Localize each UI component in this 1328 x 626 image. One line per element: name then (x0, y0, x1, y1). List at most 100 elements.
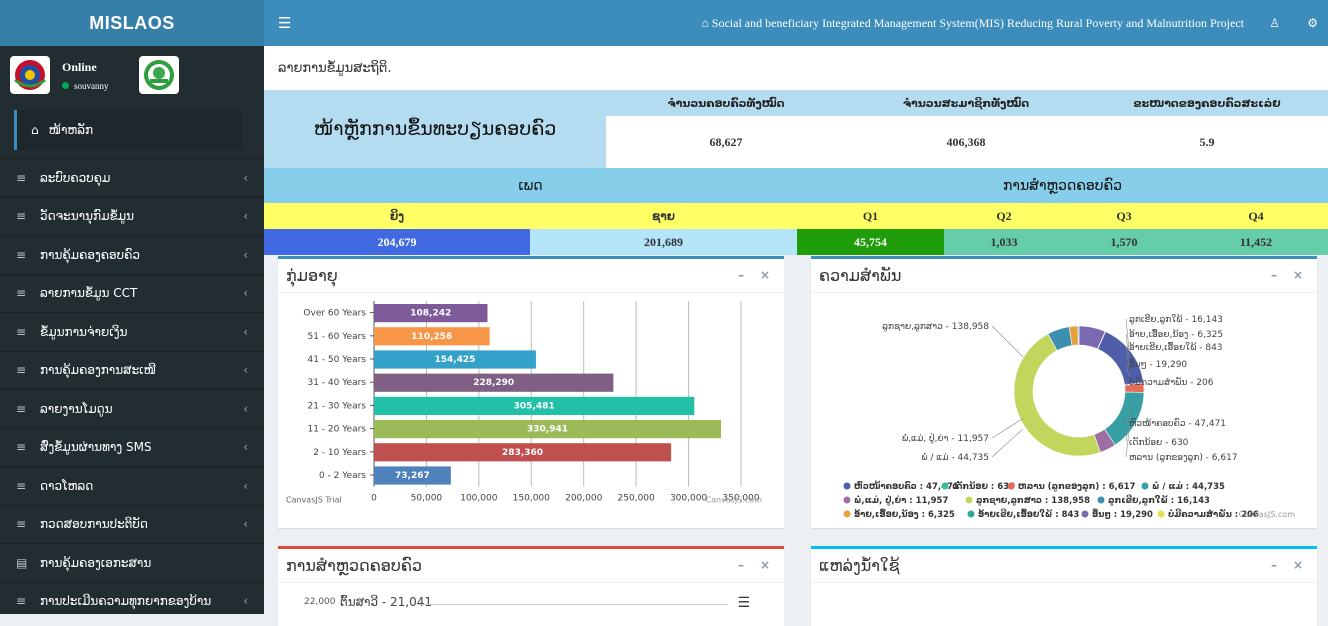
sidebar-item-label: ລາຍການຂໍ້ມູນ CCT (40, 286, 138, 301)
list-icon: ≡ (16, 324, 27, 339)
sidebar-item-10[interactable]: ▤ ການຄຸ້ມຄອງເອກະສານ (0, 543, 264, 582)
chevron-left-icon: ‹ (243, 440, 248, 455)
collapse-icon[interactable]: – (1271, 268, 1277, 282)
age-group-panel-header: ກຸ່ມອາຍຸ – × (278, 259, 784, 293)
legend-item[interactable]: ລູກເຂີຍ,ລູກໃພ້ : 16,143 (1108, 493, 1210, 506)
close-icon[interactable]: × (1293, 268, 1303, 282)
legend-marker (965, 496, 973, 504)
home-icon: ⌂ (31, 123, 39, 137)
sidebar-item-label: ດາວໂຫລດ (40, 478, 94, 493)
sidebar-item-label: ລາຍງານໂມດູນ (40, 401, 113, 416)
list-icon: ≡ (16, 170, 27, 185)
user-icon[interactable]: ♙ (1269, 16, 1280, 30)
water-source-panel-header: ແຫລ່ງນ້ຳໃຊ້ – × (811, 549, 1317, 583)
chart-credit: CanvasJS.com (706, 496, 763, 505)
close-icon[interactable]: × (760, 268, 770, 282)
home-icon: ⌂ (701, 15, 712, 30)
legend-item[interactable]: ອື່ນໆ : 19,290 (1092, 508, 1153, 520)
collapse-icon[interactable]: – (738, 558, 744, 572)
sidebar-item-0[interactable]: ≡ ລະບົບຄວບຄຸມ ‹ (0, 158, 264, 197)
sidebar-item-5[interactable]: ≡ ການຄຸ້ມຄອງການສະເໜີ ‹ (0, 350, 264, 390)
sidebar-item-label: ຂໍ້ມູນການຈ່າຍເງິນ (40, 324, 128, 339)
chevron-left-icon: ‹ (243, 478, 248, 493)
sidebar-item-7[interactable]: ≡ ສົ່ງຂໍ້ມູນຜ່ານທາງ SMS ‹ (0, 427, 264, 467)
sidebar-item-11[interactable]: ≡ ການປະເມີນຄວາມທຸກຍາກຂອງບ້ານ ‹ (0, 581, 264, 621)
list-icon: ≡ (16, 401, 27, 416)
bar-value-label: 110,256 (411, 332, 452, 342)
close-icon[interactable]: × (1293, 558, 1303, 572)
sidebar-item-9[interactable]: ≡ ກວດສອບການປະຕິບັດ ‹ (0, 504, 264, 544)
legend-marker (1007, 482, 1015, 490)
close-icon[interactable]: × (760, 558, 770, 572)
legend-item[interactable]: ຫລານ (ລູກຂອງລູກ) : 6,617 (1018, 482, 1136, 492)
sidebar-item-label: ການຄຸ້ມຄອງເອກະສານ (40, 555, 152, 570)
sidebar-item-4[interactable]: ≡ ຂໍ້ມູນການຈ່າຍເງິນ ‹ (0, 312, 264, 351)
sidebar-item-1[interactable]: ≡ ວັດຈະນານຸກົມຂໍ້ມູນ ‹ (0, 196, 264, 236)
collapse-icon[interactable]: – (738, 268, 744, 282)
chevron-left-icon: ‹ (243, 401, 248, 416)
survey-gridline (418, 604, 728, 605)
label-connector (991, 428, 1024, 458)
list-icon: ≡ (16, 440, 27, 455)
chart-menu-icon[interactable]: ☰ (737, 595, 750, 611)
list-icon: ≡ (16, 517, 27, 532)
gender-section-title: ເພດ (518, 177, 543, 194)
panel-title: ແຫລ່ງນ້ຳໃຊ້ (819, 556, 900, 575)
legend-item[interactable]: ພໍ່,ແມ່, ປູ່,ຍ່າ : 11,957 (854, 495, 948, 506)
legend-item[interactable]: ພໍ່ / ແມ່ : 44,735 (1152, 481, 1225, 492)
panel-title: ກຸ່ມອາຍຸ (286, 266, 338, 285)
legend-marker (843, 496, 851, 504)
sidebar-item-label: ການປະເມີນຄວາມທຸກຍາກຂອງບ້ານ (40, 594, 212, 609)
panel-tools: – × (1255, 268, 1303, 282)
age-group-chart: 0 50,000 100,000 150,000 200,000 250,000 300,0… (286, 301, 763, 505)
legend-marker (967, 510, 975, 518)
sidebar-item-2[interactable]: ≡ ການຄຸ້ມຄອງຄອບຄົວ ‹ (0, 235, 264, 274)
chevron-left-icon: ‹ (243, 170, 248, 185)
collapse-icon[interactable]: – (1271, 558, 1277, 572)
page-heading: ລາຍການຂໍ້ມູນສະຖິຕິ. (264, 46, 1328, 90)
list-icon: ≡ (16, 594, 27, 609)
legend-item[interactable]: ອ້າຍ,ເອື້ອຍ,ນ້ອງ : 6,325 (854, 507, 955, 520)
q3-value: 1,570 (1064, 229, 1184, 255)
summary-header-families: ຈຳນວນຄອບຄົວທັງໝົດ (667, 96, 785, 110)
hamburger-menu-icon[interactable]: ☰ (278, 14, 291, 32)
user-avatar (10, 56, 50, 94)
user-status-label: Online (62, 59, 97, 74)
legend-item[interactable]: ລູກຊາຍ,ລູກສາວ : 138,958 (976, 496, 1090, 506)
sidebar-item-6[interactable]: ≡ ລາຍງານໂມດູນ ‹ (0, 389, 264, 428)
category-label: 0 - 2 Years (319, 471, 366, 481)
slice-label: ອື່ນໆ - 19,290 (1129, 359, 1188, 370)
panel-tools: – × (722, 558, 770, 572)
slice-label: ລູກຊາຍ,ລູກສາວ - 138,958 (882, 322, 989, 332)
chevron-left-icon: ‹ (243, 363, 248, 378)
user-online: souvanny (62, 81, 127, 91)
chevron-left-icon: ‹ (243, 594, 248, 609)
legend-item[interactable]: ເດັກນ້ອຍ : 630 (952, 479, 1015, 492)
panel-title: ການສຳຫຼວດຄອບຄົວ (286, 556, 422, 575)
legend-item[interactable]: ອ້າຍເຂີຍ,ເອື້ອຍໃພ້ : 843 (978, 507, 1079, 520)
sidebar-item-home[interactable]: ⌂ ໜ້າຫລັກ (14, 110, 242, 150)
chevron-left-icon: ‹ (243, 517, 248, 532)
slice-label: ເດັກນ້ອຍ - 630 (1129, 437, 1189, 448)
category-label: 2 - 10 Years (313, 448, 366, 458)
female-label: ຍິງ (389, 208, 405, 223)
sidebar-item-3[interactable]: ≡ ລາຍການຂໍ້ມູນ CCT ‹ (0, 273, 264, 313)
slice-label: ພໍ່ / ແມ່ - 44,735 (921, 452, 989, 463)
sidebar-item-label: ລະບົບຄວບຄຸມ (40, 170, 111, 185)
emblem-icon (14, 60, 46, 90)
summary-value-avg-size: 5.9 (1199, 134, 1215, 149)
app-logo[interactable]: MISLAOS (0, 0, 264, 46)
file-icon: ▤ (16, 555, 28, 570)
summary-box: ໜ້າຫຼັກການຂຶ້ນທະບຽນຄອບຄົວ ຈຳນວນຄອບຄົວທັງ… (264, 90, 1328, 168)
summary-header-avg-size: ຂະໜາດຂອງຄອບຄົວສະເລ່ຍ (1133, 96, 1281, 110)
settings-gears-icon[interactable]: ⚙ (1307, 16, 1318, 30)
pie-slice[interactable] (1013, 333, 1101, 457)
chevron-left-icon: ‹ (243, 324, 248, 339)
chevron-left-icon: ‹ (243, 247, 248, 262)
relation-chart: ລູກຊາຍ,ລູກສາວ - 138,958 ພໍ່,ແມ່, ປູ່,ຍ່າ … (843, 314, 1295, 520)
panel-tools: – × (1255, 558, 1303, 572)
slice-label: ຫົວໜ້າຄອບຄົວ - 47,471 (1129, 418, 1226, 429)
sidebar-item-8[interactable]: ≡ ດາວໂຫລດ ‹ (0, 466, 264, 505)
q2-label: Q2 (996, 208, 1012, 223)
panel-tools: – × (722, 268, 770, 282)
